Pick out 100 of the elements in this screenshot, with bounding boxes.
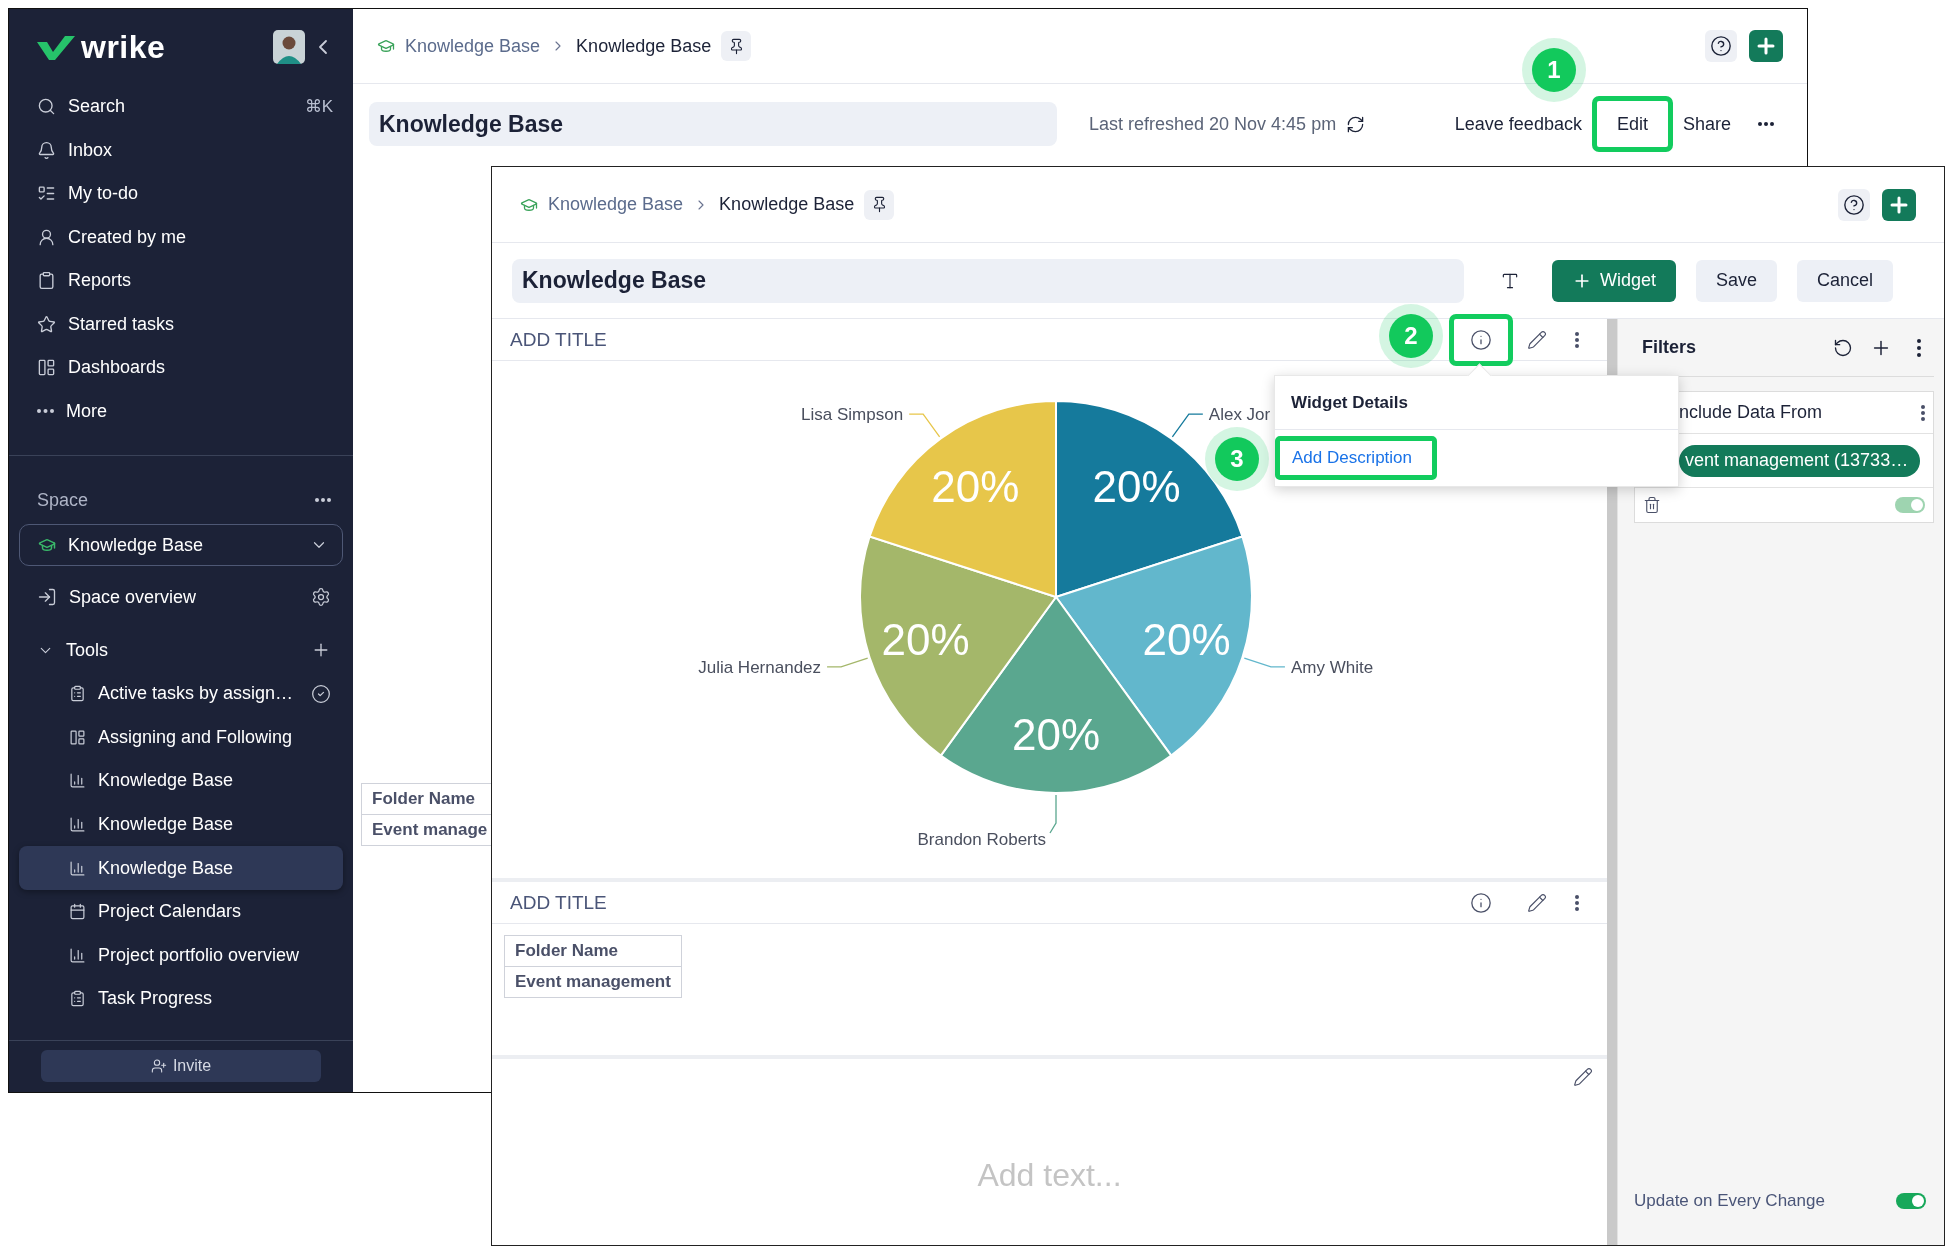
search-icon — [37, 97, 56, 117]
widget-title[interactable]: ADD TITLE — [510, 328, 607, 351]
pin-button[interactable] — [864, 189, 895, 220]
space-overview-item[interactable]: Space overview — [9, 575, 353, 619]
leader-line — [1049, 794, 1057, 834]
pin-button[interactable] — [721, 31, 752, 61]
more-icon[interactable] — [1758, 122, 1774, 126]
layout-icon — [69, 728, 86, 746]
add-person-icon — [150, 1058, 167, 1074]
nav-item[interactable]: Reports — [21, 259, 341, 303]
slice-value-label: 20% — [931, 462, 1020, 511]
slice-value-label: 20% — [1092, 462, 1181, 511]
table-cell: Event management — [504, 966, 682, 998]
shortcut-hint: ⌘K — [304, 96, 333, 118]
help-icon — [1843, 193, 1865, 216]
slice-name-label: Brandon Roberts — [917, 830, 1046, 849]
layout-icon — [37, 358, 56, 378]
tool-item[interactable]: Knowledge Base — [19, 802, 343, 847]
slice-name-label: Lisa Simpson — [801, 405, 904, 425]
invite-button[interactable]: Invite — [41, 1050, 321, 1082]
more-icon — [37, 409, 54, 414]
breadcrumb-link[interactable]: Knowledge Base — [548, 194, 684, 215]
more-icon[interactable] — [315, 498, 331, 502]
info-button[interactable] — [1449, 313, 1513, 366]
widget-title[interactable]: ADD TITLE — [510, 891, 607, 914]
nav-item[interactable]: Inbox — [21, 128, 341, 172]
leader-line — [1243, 657, 1286, 668]
info-icon — [1470, 328, 1492, 351]
avatar[interactable] — [273, 30, 305, 64]
add-button[interactable] — [1749, 30, 1783, 62]
person-icon — [37, 227, 56, 247]
section-label: Space — [37, 489, 89, 511]
breadcrumb-current: Knowledge Base — [719, 194, 855, 215]
trash-icon[interactable] — [1643, 496, 1661, 514]
panel-title: Filters — [1641, 337, 1697, 358]
last-refreshed-text: Last refreshed 20 Nov 4:45 pm — [1089, 113, 1337, 135]
nav-item[interactable]: Search ⌘K — [21, 85, 341, 129]
calendar-icon — [69, 903, 86, 921]
leader-line — [908, 413, 941, 438]
title-field[interactable]: Knowledge Base — [369, 102, 1057, 146]
more-options-icon[interactable] — [1575, 331, 1579, 348]
clipboard-icon — [37, 271, 56, 291]
table-header-cell: Folder Name — [504, 935, 682, 967]
nav-item[interactable]: Starred tasks — [21, 302, 341, 346]
tool-item[interactable]: Project Calendars — [19, 889, 343, 934]
clipboard-icon — [69, 685, 86, 703]
slice-value-label: 20% — [1011, 710, 1101, 760]
auto-update-toggle[interactable] — [1896, 1193, 1926, 1209]
nav-item[interactable]: Created by me — [21, 215, 341, 259]
help-button[interactable] — [1838, 188, 1870, 221]
arrow-in-icon — [37, 587, 57, 607]
help-icon — [1710, 35, 1732, 57]
star-icon — [37, 314, 56, 334]
toolbar-button[interactable]: Save — [1696, 259, 1778, 302]
filter-toggle[interactable] — [1895, 497, 1925, 513]
nav-item[interactable]: More — [21, 389, 341, 433]
add-widget-button[interactable]: Widget — [1552, 259, 1677, 302]
slice-name-label: Amy White — [1290, 657, 1374, 677]
more-options-icon[interactable] — [1921, 404, 1925, 421]
tool-item[interactable]: Active tasks by assign… — [19, 672, 343, 716]
graduation-cap-icon — [377, 37, 395, 55]
tool-item[interactable]: Knowledge Base — [19, 846, 343, 890]
refresh-icon[interactable] — [1346, 114, 1366, 134]
clipboard-icon — [69, 990, 86, 1008]
text-field[interactable]: Add text... — [506, 1087, 1593, 1245]
tool-item[interactable]: Task Progress — [19, 977, 343, 1021]
toggle-label: Update on Every Change — [1634, 1191, 1825, 1211]
bar-chart-icon — [69, 859, 86, 877]
breadcrumb-current: Knowledge Base — [576, 35, 712, 57]
title-field[interactable]: Knowledge Base — [512, 258, 1464, 303]
slice-name-label: Julia Hernandez — [698, 657, 822, 677]
more-options-icon[interactable] — [1917, 338, 1921, 357]
add-description-link[interactable]: Add Description — [1275, 436, 1437, 480]
filter-chip[interactable]: vent management (13733… — [1679, 444, 1921, 477]
edit-icon[interactable] — [1527, 892, 1547, 913]
nav-item[interactable]: Dashboards — [21, 346, 341, 390]
toolbar-button[interactable]: Edit — [1591, 96, 1673, 152]
reset-icon[interactable] — [1833, 337, 1853, 358]
logo-text: wrike — [81, 28, 166, 66]
bar-chart-icon — [69, 946, 86, 964]
info-icon — [1470, 891, 1492, 914]
toolbar-button[interactable]: Cancel — [1797, 259, 1894, 302]
tool-item[interactable]: Knowledge Base — [19, 759, 343, 803]
slice-name-label: Alex Jor — [1208, 405, 1271, 425]
graduation-cap-icon — [38, 536, 56, 554]
edit-icon[interactable] — [1573, 1067, 1593, 1087]
edit-icon[interactable] — [1527, 329, 1547, 350]
space-selector[interactable]: Knowledge Base — [19, 524, 343, 566]
bell-icon — [37, 140, 56, 160]
logo-icon — [35, 34, 75, 60]
slice-value-label: 20% — [881, 615, 970, 665]
more-options-icon[interactable] — [1575, 894, 1579, 911]
filter-heading: nclude Data From — [1679, 402, 1823, 423]
nav-item[interactable]: My to-do — [21, 172, 341, 216]
breadcrumb-link[interactable]: Knowledge Base — [405, 35, 541, 57]
tool-item[interactable]: Assigning and Following — [19, 715, 343, 760]
help-button[interactable] — [1705, 30, 1737, 62]
settings-icon[interactable] — [311, 587, 331, 607]
add-button[interactable] — [1882, 188, 1916, 221]
tool-item[interactable]: Project portfolio overview — [19, 933, 343, 978]
